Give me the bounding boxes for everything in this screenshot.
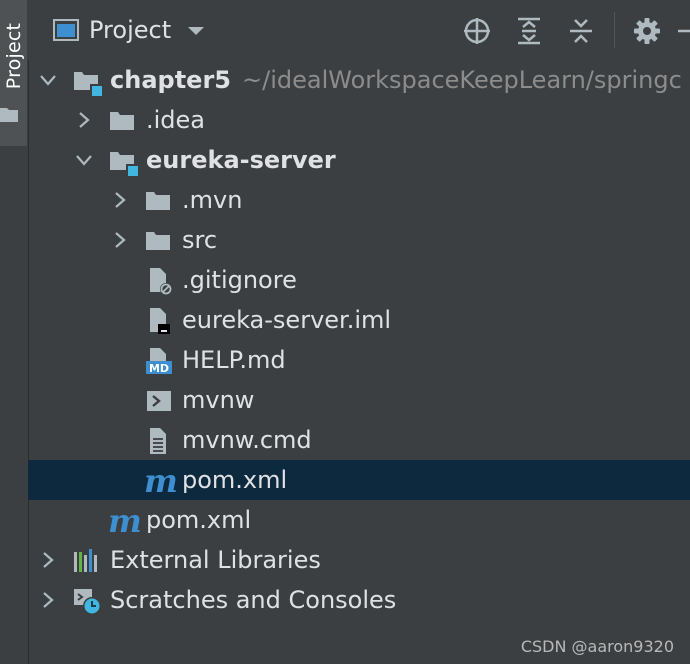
ignored-file-icon (150, 268, 172, 295)
view-title: Project (89, 16, 172, 44)
gear-icon (634, 18, 660, 44)
chevron-right-icon[interactable] (74, 110, 94, 130)
tree-label: pom.xml (146, 506, 252, 534)
tree-label: pom.xml (182, 466, 288, 494)
folder-icon (110, 112, 134, 130)
tree-label: .mvn (182, 186, 243, 214)
text-file-icon (150, 428, 166, 454)
tree-row-eureka-server[interactable]: eureka-server (28, 140, 690, 180)
maven-icon: m (144, 462, 178, 500)
tree-row-iml[interactable]: eureka-server.iml (28, 300, 690, 340)
chevron-right-icon[interactable] (110, 230, 130, 250)
markdown-file-icon: MD (146, 348, 172, 375)
tree-label: eureka-server (146, 146, 336, 174)
view-selector[interactable]: Project (53, 14, 205, 46)
tree-row-root-pom[interactable]: m pom.xml (28, 500, 690, 540)
tree-row-idea[interactable]: .idea (28, 100, 690, 140)
tree-label: HELP.md (182, 346, 286, 374)
tree-row-external-libraries[interactable]: External Libraries (28, 540, 690, 580)
tree-row-mvnw-cmd[interactable]: mvnw.cmd (28, 420, 690, 460)
chevron-right-icon[interactable] (110, 190, 130, 210)
tree-label: External Libraries (110, 546, 321, 574)
tree-label: .idea (146, 106, 206, 134)
watermark: CSDN @aaron9320 (520, 637, 674, 656)
locate-button[interactable] (460, 14, 494, 48)
tree-row-help-md[interactable]: MD HELP.md (28, 340, 690, 380)
tree-label: .gitignore (182, 266, 297, 294)
tool-window-strip: Project (0, 0, 29, 664)
settings-button[interactable] (630, 14, 664, 48)
expand-all-icon (518, 17, 540, 45)
tree-row-chapter5[interactable]: chapter5 ~/idealWorkspaceKeepLearn/sprin… (28, 60, 690, 100)
tree-row-src[interactable]: src (28, 220, 690, 260)
expand-all-button[interactable] (512, 14, 546, 48)
library-icon (74, 549, 97, 572)
tree-row-mvnw[interactable]: mvnw (28, 380, 690, 420)
folder-icon (146, 192, 170, 210)
chevron-down-icon[interactable] (38, 70, 58, 90)
module-file-icon (150, 308, 170, 334)
project-tool-window: Project Project chapter5 ~/idealWorkspac… (0, 0, 690, 664)
chevron-right-icon[interactable] (38, 590, 58, 610)
chevron-down-icon[interactable] (74, 150, 94, 170)
tree-row-gitignore[interactable]: .gitignore (28, 260, 690, 300)
tree-label: src (182, 226, 218, 254)
folder-icon (146, 232, 170, 250)
project-tab-label: Project (3, 22, 25, 90)
hide-button[interactable] (676, 14, 690, 48)
collapse-all-icon (570, 19, 592, 43)
project-tool-tab[interactable]: Project (0, 0, 27, 146)
tree-label: chapter5 (110, 66, 231, 94)
tree-label: mvnw (182, 386, 255, 414)
locate-icon (464, 18, 490, 44)
chevron-right-icon[interactable] (38, 550, 58, 570)
chevron-down-icon (188, 27, 205, 35)
tree-label: Scratches and Consoles (110, 586, 397, 614)
folder-icon (0, 108, 18, 122)
toolbar-separator (614, 12, 615, 48)
tree-row-module-pom[interactable]: m pom.xml (28, 460, 690, 500)
shell-script-icon (147, 391, 171, 411)
minimize-icon (678, 29, 690, 33)
tree-row-scratches[interactable]: Scratches and Consoles (28, 580, 690, 620)
tree-label: mvnw.cmd (182, 426, 312, 454)
tool-window-header: Project (28, 0, 690, 60)
scratch-clock-icon (74, 589, 101, 615)
svg-text:MD: MD (149, 362, 169, 375)
tree-row-mvn[interactable]: .mvn (28, 180, 690, 220)
maven-icon: m (108, 502, 142, 540)
project-view-icon (53, 19, 79, 41)
module-folder-icon (110, 152, 138, 176)
collapse-all-button[interactable] (564, 14, 598, 48)
project-path: ~/idealWorkspaceKeepLearn/springc (242, 66, 682, 94)
module-folder-icon (74, 72, 102, 96)
tree-label: eureka-server.iml (182, 306, 392, 334)
